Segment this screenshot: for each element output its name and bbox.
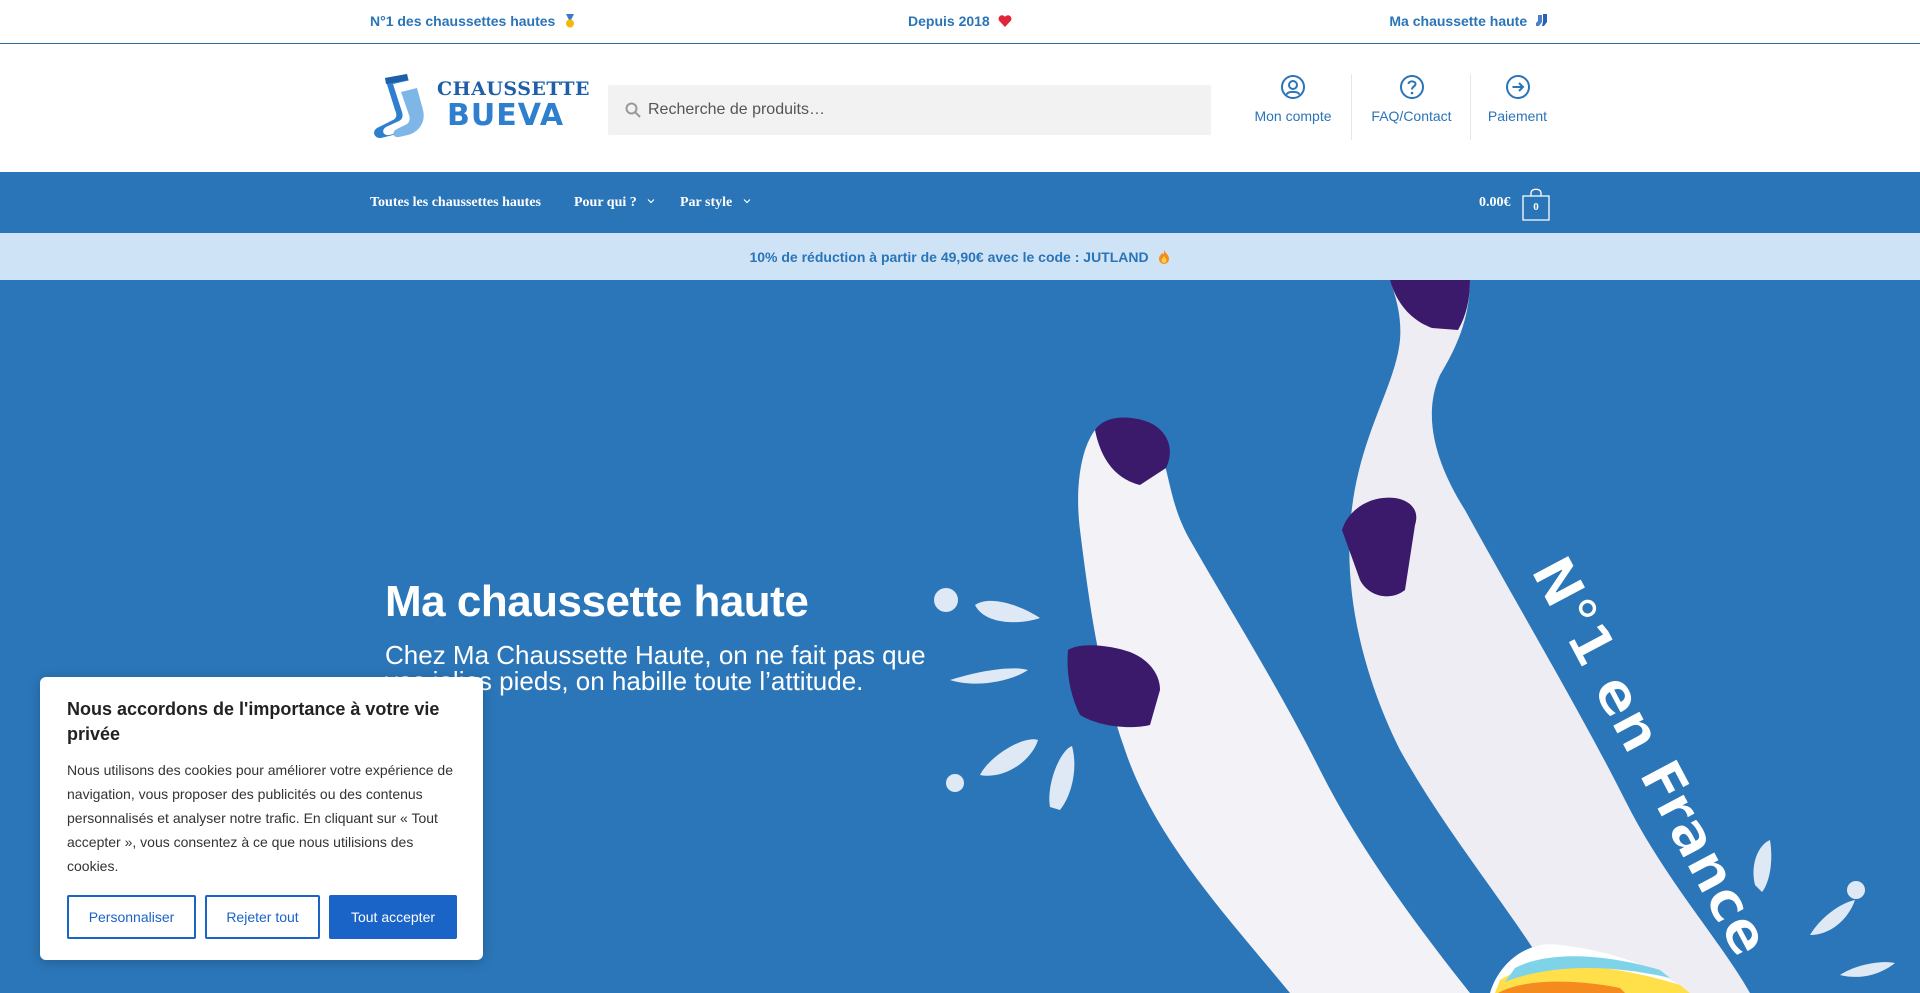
hero-title: Ma chaussette haute	[385, 577, 809, 626]
account-label: Mon compte	[1254, 108, 1332, 124]
cookie-consent-modal: Nous accordons de l'importance à votre v…	[40, 677, 483, 960]
nav-item-for-who[interactable]: Pour qui ?	[574, 195, 655, 211]
question-icon	[1399, 75, 1424, 99]
main-navigation: Toutes les chaussettes hautes Pour qui ?…	[0, 172, 1920, 233]
fire-icon	[1158, 250, 1169, 264]
product-search	[608, 85, 1211, 135]
user-icon	[1281, 75, 1305, 99]
site-logo[interactable]: CHAUSSETTE BUEVA	[371, 74, 589, 140]
announcement-message-1: N°1 des chaussettes hautes	[370, 13, 577, 29]
cookie-title: Nous accordons de l'importance à votre v…	[67, 699, 440, 744]
announcement-message-3: Ma chaussette haute	[1389, 13, 1549, 29]
account-link[interactable]: Mon compte	[1238, 74, 1348, 140]
accept-all-button[interactable]: Tout accepter	[329, 895, 457, 939]
sock-logo-icon	[374, 74, 424, 139]
cart-count: 0	[1533, 201, 1539, 213]
site-header: CHAUSSETTE BUEVA Mon compte FAQ/Contact …	[0, 44, 1920, 172]
announcement-bar: N°1 des chaussettes hautes Depuis 2018 M…	[0, 0, 1920, 44]
chevron-down-icon	[647, 199, 655, 204]
customize-button[interactable]: Personnaliser	[67, 895, 196, 939]
search-input[interactable]	[648, 85, 1198, 135]
faq-contact-link[interactable]: FAQ/Contact	[1351, 74, 1471, 140]
promo-banner: 10% de réduction à partir de 49,90€ avec…	[0, 233, 1920, 280]
cookie-description: Nous utilisons des cookies pour améliore…	[67, 762, 453, 874]
payment-link[interactable]: Paiement	[1470, 74, 1564, 140]
logo-text-top: CHAUSSETTE	[437, 78, 590, 100]
search-icon	[625, 102, 641, 118]
announcement-message-2: Depuis 2018	[908, 13, 1012, 29]
medal-icon	[566, 14, 575, 28]
reject-all-button[interactable]: Rejeter tout	[205, 895, 320, 939]
arrow-right-circle-icon	[1505, 75, 1530, 99]
nav-item-by-style[interactable]: Par style	[680, 195, 751, 211]
nav-item-all-socks[interactable]: Toutes les chaussettes hautes	[370, 195, 541, 211]
cart-total[interactable]: 0.00€	[1479, 195, 1511, 211]
logo-text-bottom: BUEVA	[447, 98, 565, 133]
payment-label: Paiement	[1487, 108, 1548, 124]
chevron-down-icon	[743, 199, 751, 204]
heart-icon	[998, 15, 1012, 27]
faq-label: FAQ/Contact	[1371, 108, 1452, 124]
promo-message: 10% de réduction à partir de 49,90€ avec…	[0, 249, 1920, 265]
socks-icon	[1536, 14, 1547, 26]
